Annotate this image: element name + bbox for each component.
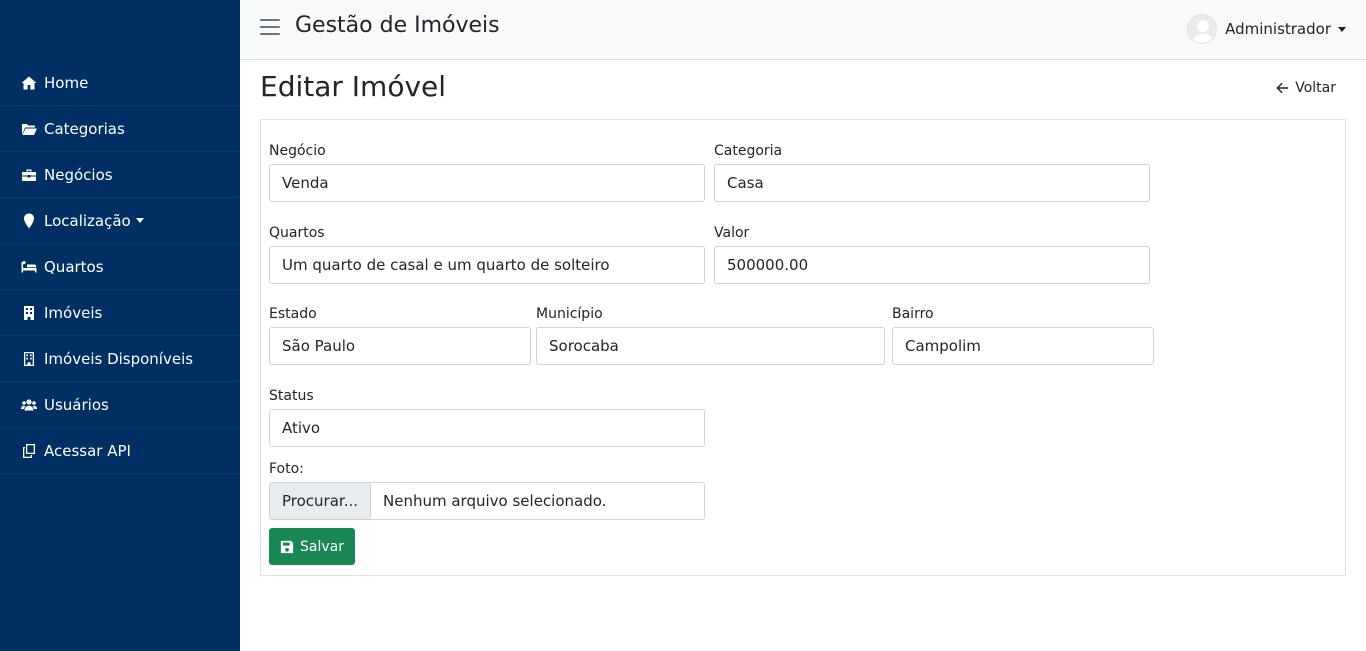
bed-icon — [20, 259, 38, 275]
save-button[interactable]: Salvar — [269, 528, 355, 565]
sidebar-item-quartos[interactable]: Quartos — [0, 244, 240, 290]
sidebar-item-label: Categorias — [44, 119, 125, 138]
estado-field[interactable] — [269, 327, 531, 365]
sidebar-nav: Home Categorias Negócios Localização Qua… — [0, 60, 240, 474]
top-navbar: Gestão de Imóveis Administrador — [240, 0, 1366, 60]
estado-label: Estado — [269, 306, 317, 322]
status-field-group: Status — [269, 387, 705, 447]
back-label: Voltar — [1295, 80, 1336, 96]
estado-field-group: Estado — [269, 305, 531, 365]
quartos-label: Quartos — [269, 225, 325, 241]
save-label: Salvar — [300, 538, 344, 555]
categoria-field[interactable] — [714, 164, 1150, 202]
municipio-label: Município — [536, 306, 603, 322]
sidebar-item-localizacao[interactable]: Localização — [0, 198, 240, 244]
foto-label: Foto: — [269, 461, 304, 477]
sidebar-item-label: Quartos — [44, 257, 104, 276]
categoria-label: Categoria — [714, 143, 783, 159]
municipio-field[interactable] — [536, 327, 885, 365]
categoria-field-group: Categoria — [714, 142, 1150, 202]
browse-button[interactable]: Procurar... — [270, 483, 372, 519]
status-field[interactable] — [269, 409, 705, 447]
file-input[interactable]: Procurar... Nenhum arquivo selecionado. — [269, 482, 705, 520]
sidebar: Home Categorias Negócios Localização Qua… — [0, 0, 240, 651]
app-title: Gestão de Imóveis — [295, 13, 500, 38]
foto-field-group: Foto: Procurar... Nenhum arquivo selecio… — [269, 460, 705, 520]
sidebar-item-categorias[interactable]: Categorias — [0, 106, 240, 152]
users-icon — [20, 397, 38, 413]
user-name: Administrador — [1225, 20, 1331, 38]
building-outline-icon — [20, 351, 38, 367]
bairro-label: Bairro — [892, 306, 934, 322]
bairro-field-group: Bairro — [892, 305, 1154, 365]
save-icon — [280, 540, 294, 553]
edit-property-form: Negócio Categoria Quartos Valor Estado M… — [260, 119, 1346, 576]
arrow-left-icon — [1276, 82, 1289, 94]
negocio-field[interactable] — [269, 164, 705, 202]
sidebar-item-label: Negócios — [44, 165, 113, 184]
sidebar-item-negocios[interactable]: Negócios — [0, 152, 240, 198]
bairro-field[interactable] — [892, 327, 1154, 365]
sidebar-item-label: Home — [44, 73, 89, 92]
sidebar-item-home[interactable]: Home — [0, 60, 240, 106]
status-label: Status — [269, 388, 314, 404]
chevron-down-icon — [1338, 26, 1346, 32]
quartos-field-group: Quartos — [269, 224, 705, 284]
negocio-field-group: Negócio — [269, 142, 705, 202]
sidebar-item-imoveis-disponiveis[interactable]: Imóveis Disponíveis — [0, 336, 240, 382]
back-link[interactable]: Voltar — [1275, 80, 1336, 96]
user-menu[interactable]: Administrador — [1187, 14, 1346, 44]
sidebar-item-label: Usuários — [44, 395, 109, 414]
hamburger-menu-icon[interactable] — [260, 19, 280, 39]
home-icon — [20, 75, 38, 91]
quartos-field[interactable] — [269, 246, 705, 284]
sidebar-item-acessar-api[interactable]: Acessar API — [0, 428, 240, 474]
file-status-text: Nenhum arquivo selecionado. — [383, 492, 607, 510]
folder-open-icon — [20, 121, 38, 137]
chevron-down-icon — [135, 218, 144, 223]
sidebar-item-label: Localização — [44, 211, 131, 230]
page-title: Editar Imóvel — [260, 70, 447, 103]
valor-field[interactable] — [714, 246, 1150, 284]
negocio-label: Negócio — [269, 143, 326, 159]
building-icon — [20, 305, 38, 321]
sidebar-item-usuarios[interactable]: Usuários — [0, 382, 240, 428]
sidebar-item-label: Imóveis — [44, 303, 103, 322]
valor-field-group: Valor — [714, 224, 1150, 284]
sidebar-item-label: Imóveis Disponíveis — [44, 349, 194, 368]
briefcase-icon — [20, 167, 38, 183]
copy-icon — [20, 443, 38, 459]
municipio-field-group: Município — [536, 305, 885, 365]
avatar — [1187, 14, 1218, 44]
valor-label: Valor — [714, 225, 750, 241]
map-marker-icon — [20, 213, 38, 229]
sidebar-item-label: Acessar API — [44, 441, 131, 460]
sidebar-item-imoveis[interactable]: Imóveis — [0, 290, 240, 336]
